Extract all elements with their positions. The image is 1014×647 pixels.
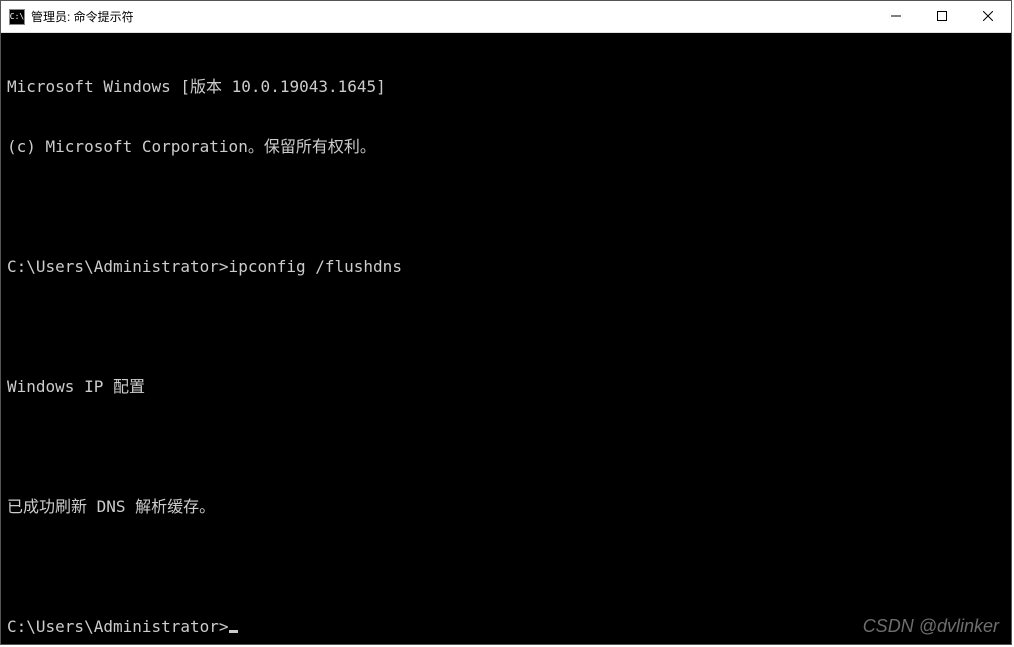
command-prompt-window: C:\ 管理员: 命令提示符 Microsoft Windows [版本 10.… (0, 0, 1012, 645)
terminal-prompt: C:\Users\Administrator> (7, 617, 229, 636)
close-icon (983, 11, 993, 21)
minimize-icon (891, 11, 901, 21)
minimize-button[interactable] (873, 1, 919, 31)
terminal-prompt-line: C:\Users\Administrator> (7, 617, 1005, 637)
terminal-line: 已成功刷新 DNS 解析缓存。 (7, 497, 1005, 517)
cursor-icon (229, 630, 238, 633)
app-icon-glyph: C:\ (10, 12, 24, 21)
terminal-output[interactable]: Microsoft Windows [版本 10.0.19043.1645] (… (1, 33, 1011, 644)
terminal-line: (c) Microsoft Corporation。保留所有权利。 (7, 137, 1005, 157)
terminal-line (7, 557, 1005, 577)
terminal-line (7, 317, 1005, 337)
window-titlebar[interactable]: C:\ 管理员: 命令提示符 (1, 1, 1011, 33)
terminal-line: Microsoft Windows [版本 10.0.19043.1645] (7, 77, 1005, 97)
window-controls (873, 1, 1011, 32)
terminal-line: Windows IP 配置 (7, 377, 1005, 397)
terminal-line (7, 197, 1005, 217)
close-button[interactable] (965, 1, 1011, 31)
maximize-icon (937, 11, 947, 21)
maximize-button[interactable] (919, 1, 965, 31)
terminal-line (7, 437, 1005, 457)
terminal-line: C:\Users\Administrator>ipconfig /flushdn… (7, 257, 1005, 277)
app-icon: C:\ (9, 9, 25, 25)
window-title: 管理员: 命令提示符 (31, 1, 873, 33)
